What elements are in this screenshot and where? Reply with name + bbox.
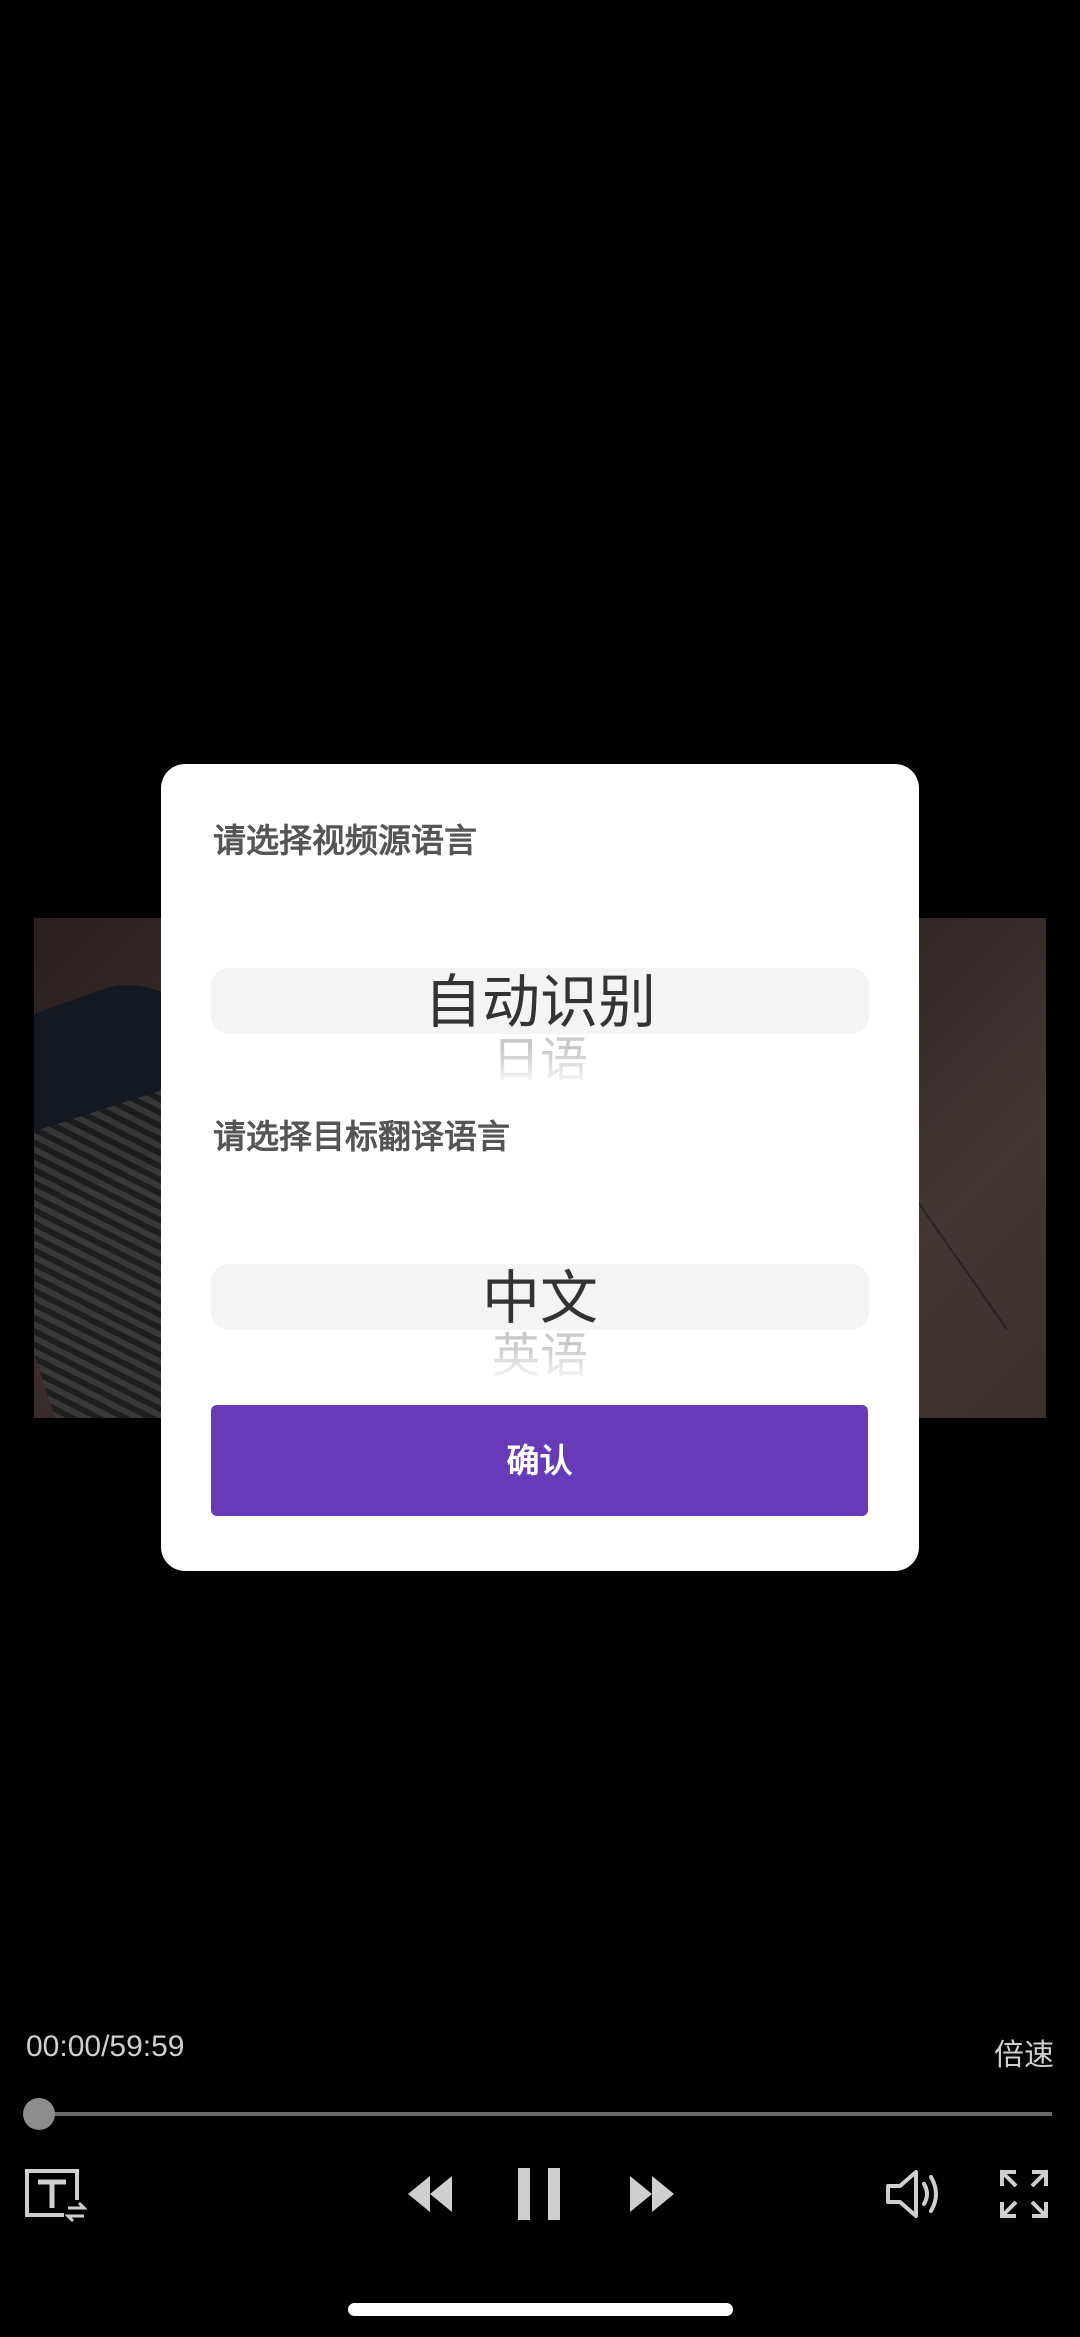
pause-icon[interactable]	[516, 2166, 564, 2226]
progress-bar[interactable]	[38, 2112, 1052, 2116]
fast-forward-icon[interactable]	[626, 2172, 678, 2220]
volume-icon[interactable]	[884, 2166, 944, 2226]
target-language-picker[interactable]: 中文 英语	[211, 1230, 869, 1384]
picker-next-item[interactable]: 英语	[211, 1326, 869, 1386]
progress-thumb[interactable]	[23, 2098, 55, 2130]
target-language-title: 请选择目标翻译语言	[213, 1117, 510, 1156]
confirm-button[interactable]: 确认	[211, 1405, 868, 1516]
language-select-dialog: 请选择视频源语言 自动识别 日语 请选择目标翻译语言 中文 英语 确认	[161, 764, 919, 1571]
source-language-title: 请选择视频源语言	[213, 821, 477, 860]
playback-time: 00:00/59:59	[26, 2030, 185, 2063]
subtitle-translate-icon[interactable]	[24, 2168, 88, 2228]
source-language-picker[interactable]: 自动识别 日语	[211, 934, 869, 1088]
home-indicator	[348, 2303, 733, 2316]
rewind-icon[interactable]	[404, 2172, 456, 2220]
picker-next-item[interactable]: 日语	[211, 1030, 869, 1090]
fullscreen-icon[interactable]	[998, 2168, 1050, 2224]
speed-button[interactable]: 倍速	[994, 2030, 1054, 2074]
